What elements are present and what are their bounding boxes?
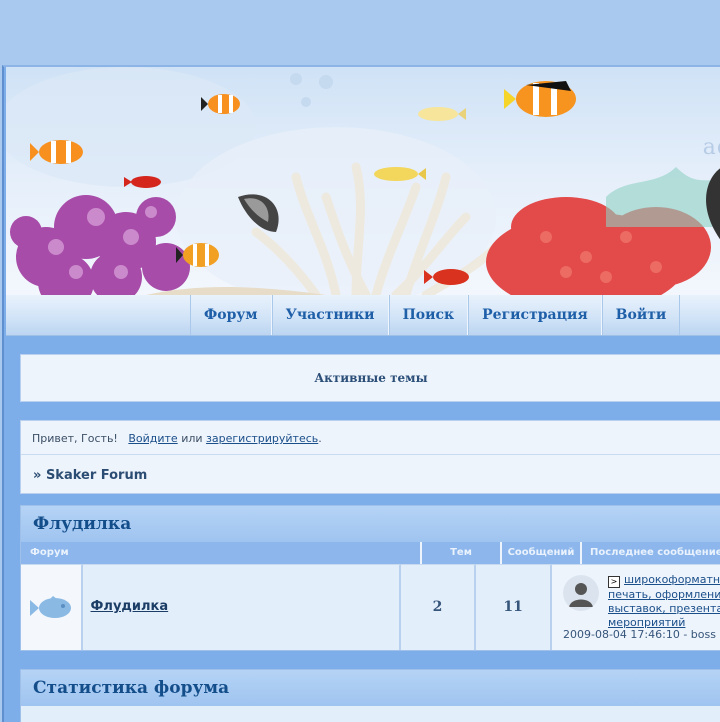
register-link[interactable]: зарегистрируйтесь (206, 432, 318, 445)
col-last-post: Последнее сообщение (590, 547, 720, 558)
col-posts: Сообщений (502, 542, 582, 564)
login-link[interactable]: Войдите (128, 432, 177, 445)
last-post-link[interactable]: широкоформатная печать, оформление выста… (608, 573, 720, 629)
topics-count: 2 (400, 564, 477, 650)
nav-search[interactable]: Поиск (388, 295, 469, 335)
col-topics: Тем (422, 542, 502, 564)
forum-name-cell: Флудилка (82, 564, 401, 650)
brand-logo-text: aq (702, 135, 720, 160)
welcome-panel: Привет, Гость! Войдите или зарегистрируй… (20, 420, 720, 494)
forum-icon-cell (21, 564, 83, 650)
period-text: . (318, 432, 322, 445)
welcome-line: Привет, Гость! Войдите или зарегистрируй… (32, 432, 322, 445)
category-title: Статистика форума (21, 670, 720, 706)
last-post-link-wrap: >широкоформатная печать, оформление выст… (608, 573, 720, 630)
main-navigation: Форум Участники Поиск Регистрация Войти (6, 295, 720, 336)
or-text: или (181, 432, 203, 445)
last-post-date: 2009-08-04 17:46:10 - boss (563, 628, 716, 641)
breadcrumb: » Skaker Forum (33, 468, 147, 483)
divider (21, 454, 720, 455)
nav-forum[interactable]: Форум (190, 295, 272, 335)
col-forum: Форум (21, 542, 422, 564)
aquarium-banner: aq (6, 67, 720, 295)
aquarium-illustration (6, 67, 720, 295)
fish-icon (29, 595, 71, 618)
goto-arrow-icon[interactable]: > (608, 576, 620, 588)
active-topics-panel: Активные темы (20, 354, 720, 402)
last-post-author[interactable]: boss (691, 628, 716, 641)
page-wrapper: aq Форум Участники Поиск Регистрация Вой… (2, 65, 720, 722)
user-silhouette-icon (569, 583, 593, 607)
column-headers: Форум Тем Сообщений Последнее сообщение (21, 542, 720, 564)
active-topics-link[interactable]: Активные темы (21, 371, 720, 385)
nav-login[interactable]: Войти (601, 295, 681, 335)
category-flood: Флудилка Форум Тем Сообщений Последнее с… (20, 505, 720, 651)
posts-count: 11 (476, 564, 552, 650)
category-stats: Статистика форума (20, 669, 720, 722)
top-band (0, 0, 720, 65)
greeting-text: Привет, Гость! (32, 432, 118, 445)
table-row: Флудилка 2 11 >широкоформатная печать, о… (21, 564, 720, 650)
forum-link[interactable]: Флудилка (91, 599, 169, 614)
nav-register[interactable]: Регистрация (468, 295, 602, 335)
breadcrumb-home-link[interactable]: Skaker Forum (46, 468, 147, 483)
breadcrumb-arrow-icon: » (33, 468, 42, 483)
nav-members[interactable]: Участники (271, 295, 389, 335)
category-title[interactable]: Флудилка (21, 506, 720, 542)
avatar (563, 575, 599, 611)
last-post-cell: >широкоформатная печать, оформление выст… (552, 564, 720, 650)
